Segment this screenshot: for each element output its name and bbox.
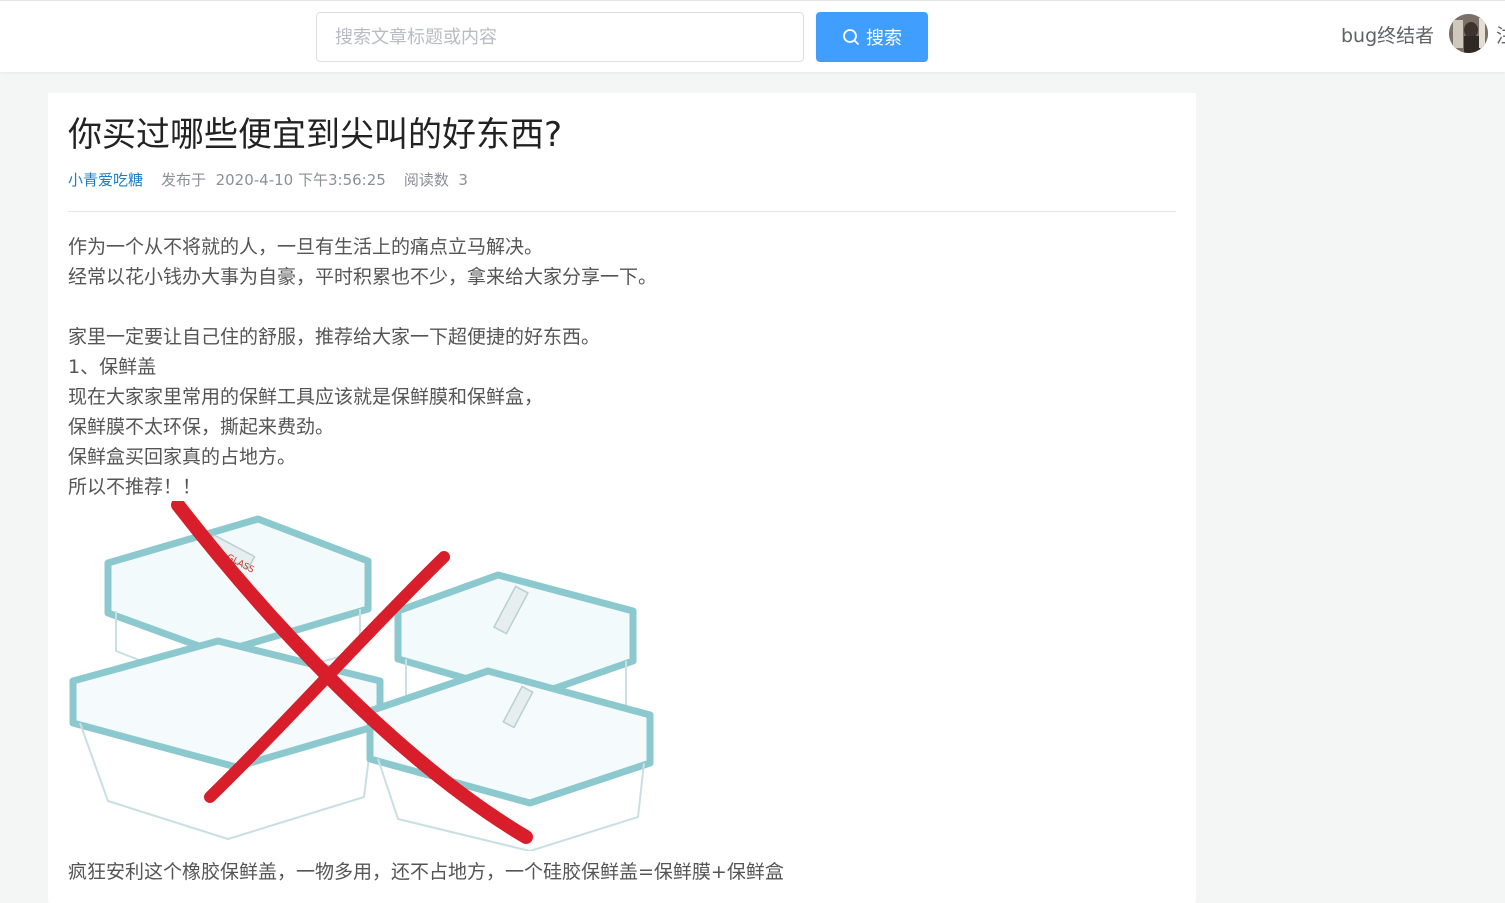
read-label: 阅读数	[403, 171, 449, 189]
paragraph: 作为一个从不将就的人，一旦有生活上的痛点立马解决。	[68, 236, 544, 258]
username[interactable]: bug终结者	[1341, 21, 1434, 48]
published-date: 2020-4-10 下午3:56:25	[215, 171, 386, 189]
top-header: 搜索 bug终结者 注	[0, 0, 1505, 72]
avatar[interactable]	[1449, 14, 1488, 53]
paragraph: 现在大家家里常用的保鲜工具应该就是保鲜膜和保鲜盒，	[68, 386, 544, 408]
read-info: 阅读数 3	[404, 171, 468, 189]
paragraph: 疯狂安利这个橡胶保鲜盖，一物多用，还不占地方，一个硅胶保鲜盖=保鲜膜+保鲜盒	[68, 861, 784, 883]
author-link[interactable]: 小青爱吃糖	[68, 171, 143, 189]
header-overflow-text: 注	[1496, 21, 1505, 48]
paragraph: 1、保鲜盖	[68, 356, 157, 378]
crossed-out-containers-image: GLASS	[69, 501, 654, 851]
article-content: 作为一个从不将就的人，一旦有生活上的痛点立马解决。 经常以花小钱办大事为自豪，平…	[68, 232, 1168, 502]
paragraph: 保鲜盒买回家真的占地方。	[68, 446, 297, 468]
paragraph-blank	[68, 292, 1168, 322]
search-button-label: 搜索	[866, 28, 902, 49]
paragraph: 经常以花小钱办大事为自豪，平时积累也不少，拿来给大家分享一下。	[68, 266, 658, 288]
article-title: 你买过哪些便宜到尖叫的好东西?	[68, 115, 563, 155]
read-count: 3	[458, 171, 468, 189]
search-icon	[843, 29, 859, 45]
paragraph: 所以不推荐！！	[68, 476, 202, 498]
paragraph: 保鲜膜不太环保，撕起来费劲。	[68, 416, 335, 438]
paragraph: 家里一定要让自己住的舒服，推荐给大家一下超便捷的好东西。	[68, 326, 601, 348]
published-info: 发布于 2020-4-10 下午3:56:25	[161, 171, 386, 189]
article-meta: 小青爱吃糖 发布于 2020-4-10 下午3:56:25 阅读数 3	[68, 169, 468, 190]
search-button[interactable]: 搜索	[816, 12, 928, 62]
meta-divider	[68, 211, 1176, 212]
search-input[interactable]	[316, 12, 804, 62]
published-label: 发布于	[161, 171, 207, 189]
article-card: 你买过哪些便宜到尖叫的好东西? 小青爱吃糖 发布于 2020-4-10 下午3:5…	[48, 93, 1196, 903]
